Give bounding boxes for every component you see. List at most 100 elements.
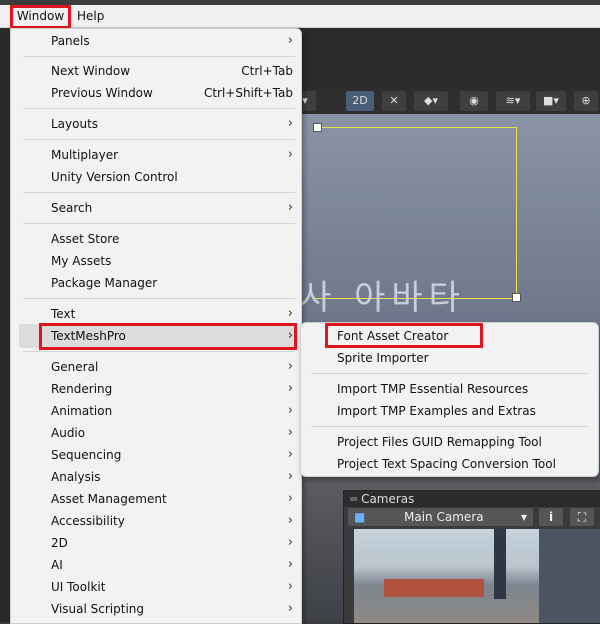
chevron-right-icon: › <box>287 147 293 162</box>
menu-item-guid-remapping-tool[interactable]: Project Files GUID Remapping Tool <box>337 431 587 453</box>
camera-select-dropdown[interactable]: ■ Main Camera ▾ <box>348 508 533 526</box>
audio-fx-icon[interactable]: ◆▾ <box>414 91 448 111</box>
menu-item-panels[interactable]: Panels › <box>51 30 293 52</box>
chevron-right-icon: › <box>287 116 293 131</box>
info-icon[interactable]: i <box>539 508 563 526</box>
highlight-textmeshpro-box <box>39 323 297 350</box>
menu-item-2d[interactable]: 2D › <box>51 532 293 554</box>
menu-item-label: Search <box>51 201 93 215</box>
menu-separator <box>23 223 295 224</box>
chevron-right-icon: › <box>287 381 293 396</box>
camera-icon[interactable]: ■▾ <box>536 91 566 111</box>
menu-item-label: Sprite Importer <box>337 351 429 365</box>
lighting-toggle-icon[interactable]: ✕ <box>382 91 406 111</box>
chevron-right-icon: › <box>287 469 293 484</box>
menu-help[interactable]: Help <box>77 5 104 27</box>
chevron-down-icon: ▾ <box>520 510 527 524</box>
menu-item-label: Layouts <box>51 117 99 131</box>
menu-item-label: Accessibility <box>51 514 125 528</box>
editor-top-area <box>300 27 600 88</box>
camera-selected-label: Main Camera <box>404 510 484 524</box>
menu-item-text-spacing-conversion-tool[interactable]: Project Text Spacing Conversion Tool <box>337 453 587 475</box>
menu-item-label: Sequencing <box>51 448 122 462</box>
chevron-right-icon: › <box>287 557 293 572</box>
menu-item-label: Multiplayer <box>51 148 119 162</box>
drag-handle-icon[interactable]: ═ <box>344 492 357 506</box>
menu-item-label: Audio <box>51 426 86 440</box>
menu-item-import-tmp-essential[interactable]: Import TMP Essential Resources <box>337 378 587 400</box>
rect-handle-right[interactable] <box>512 293 521 302</box>
editor-left-edge <box>0 27 10 622</box>
menu-item-label: General <box>51 360 99 374</box>
video-camera-icon: ■ <box>354 510 366 524</box>
chevron-right-icon: › <box>287 491 293 506</box>
menu-item-label: AI <box>51 558 63 572</box>
menu-item-unity-version-control[interactable]: Unity Version Control <box>51 166 293 188</box>
menu-item-label: Next Window <box>51 64 131 78</box>
mode-2d-button[interactable]: 2D <box>346 91 374 111</box>
menu-item-next-window[interactable]: Next Window Ctrl+Tab <box>51 60 293 82</box>
menu-item-ui-toolkit[interactable]: UI Toolkit › <box>51 576 293 598</box>
menu-item-layouts[interactable]: Layouts › <box>51 113 293 135</box>
menu-separator <box>23 192 295 193</box>
chevron-right-icon: › <box>287 535 293 550</box>
menu-item-asset-store[interactable]: Asset Store <box>51 228 293 250</box>
frame-icon[interactable]: ⛶ <box>570 508 594 526</box>
menu-item-animation[interactable]: Animation › <box>51 400 293 422</box>
menu-item-my-assets[interactable]: My Assets <box>51 250 293 272</box>
menu-item-sprite-importer[interactable]: Sprite Importer <box>337 347 587 369</box>
menu-item-multiplayer[interactable]: Multiplayer › <box>51 144 293 166</box>
menu-item-audio[interactable]: Audio › <box>51 422 293 444</box>
chevron-right-icon: › <box>287 513 293 528</box>
menu-item-analysis[interactable]: Analysis › <box>51 466 293 488</box>
chevron-right-icon: › <box>287 579 293 594</box>
chevron-right-icon: › <box>287 33 293 48</box>
menu-item-label: Panels <box>51 34 90 48</box>
highlight-window-box <box>10 5 71 29</box>
menubar: Window Help <box>0 5 600 29</box>
menu-item-label: UI Toolkit <box>51 580 106 594</box>
menu-item-label: Project Files GUID Remapping Tool <box>337 435 542 449</box>
window-menu: Panels › Next Window Ctrl+Tab Previous Win… <box>10 28 302 624</box>
menu-item-label: Previous Window <box>51 86 153 100</box>
menu-item-text[interactable]: Text › <box>51 303 293 325</box>
menu-item-visual-scripting[interactable]: Visual Scripting › <box>51 598 293 620</box>
menu-item-general[interactable]: General › <box>51 356 293 378</box>
menu-item-label: Rendering <box>51 382 113 396</box>
scene-overlay-text: 사 아바타 <box>300 278 466 318</box>
cameras-panel: ═ Cameras ■ Main Camera ▾ i ⛶ <box>343 490 600 624</box>
chevron-right-icon: › <box>287 447 293 462</box>
chevron-right-icon: › <box>287 306 293 321</box>
menu-separator <box>23 108 295 109</box>
menu-item-label: Unity Version Control <box>51 170 178 184</box>
chevron-right-icon: › <box>287 359 293 374</box>
menu-item-ai[interactable]: AI › <box>51 554 293 576</box>
textmeshpro-submenu: Font Asset Creator Sprite Importer Impor… <box>300 322 599 477</box>
rect-handle-top-left[interactable] <box>313 123 322 132</box>
camera-preview <box>354 529 600 623</box>
preview-wall <box>384 579 484 597</box>
menu-item-label: Asset Store <box>51 232 120 246</box>
highlight-font-asset-creator-box <box>325 323 483 348</box>
menu-item-rendering[interactable]: Rendering › <box>51 378 293 400</box>
menu-item-import-tmp-examples[interactable]: Import TMP Examples and Extras <box>337 400 587 422</box>
layers-icon[interactable]: ≋▾ <box>496 91 530 111</box>
menu-item-search[interactable]: Search › <box>51 197 293 219</box>
chevron-right-icon: › <box>287 425 293 440</box>
menu-item-sequencing[interactable]: Sequencing › <box>51 444 293 466</box>
menu-item-accessibility[interactable]: Accessibility › <box>51 510 293 532</box>
menu-item-label: Import TMP Examples and Extras <box>337 404 536 418</box>
menu-item-label: Import TMP Essential Resources <box>337 382 529 396</box>
menu-item-label: 2D <box>51 536 68 550</box>
menu-item-label: Project Text Spacing Conversion Tool <box>337 457 556 471</box>
visibility-eye-icon[interactable]: ◉ <box>460 91 488 111</box>
menu-separator <box>23 351 295 352</box>
menu-item-label: Text <box>51 307 76 321</box>
menu-item-previous-window[interactable]: Previous Window Ctrl+Shift+Tab <box>51 82 293 104</box>
menu-item-label: Visual Scripting <box>51 602 144 616</box>
menu-item-package-manager[interactable]: Package Manager <box>51 272 293 294</box>
menu-item-label: Package Manager <box>51 276 158 290</box>
menu-item-asset-management[interactable]: Asset Management › <box>51 488 293 510</box>
preview-building <box>539 529 600 623</box>
gizmos-icon[interactable]: ⊕ <box>574 91 598 111</box>
